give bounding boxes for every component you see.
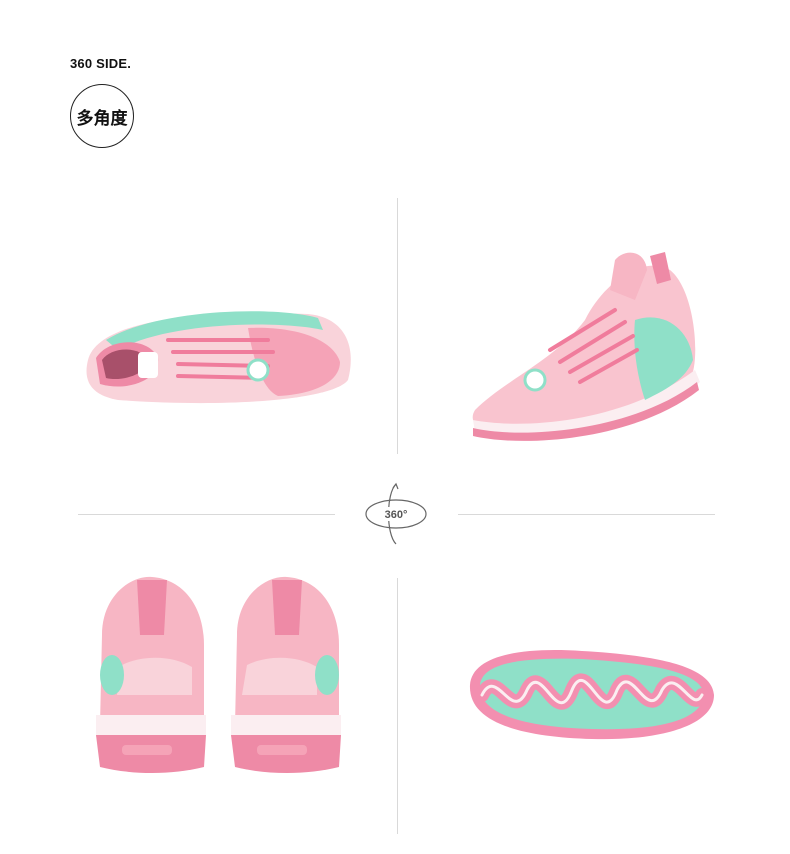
horizontal-divider-right <box>458 514 715 515</box>
rotate-360-icon: 360° <box>360 478 432 550</box>
shoe-front-view-image <box>465 250 705 450</box>
section-eyebrow: 360 SIDE. <box>70 56 132 71</box>
shoe-top-view-image <box>78 300 358 415</box>
vertical-divider-top <box>397 198 398 454</box>
shoe-rear-view-image <box>92 575 352 780</box>
horizontal-divider-left <box>78 514 335 515</box>
multi-angle-badge: 多角度 <box>70 84 134 148</box>
rotate-360-label: 360° <box>385 509 408 521</box>
vertical-divider-bottom <box>397 578 398 834</box>
shoe-outsole-view-image <box>462 645 717 745</box>
